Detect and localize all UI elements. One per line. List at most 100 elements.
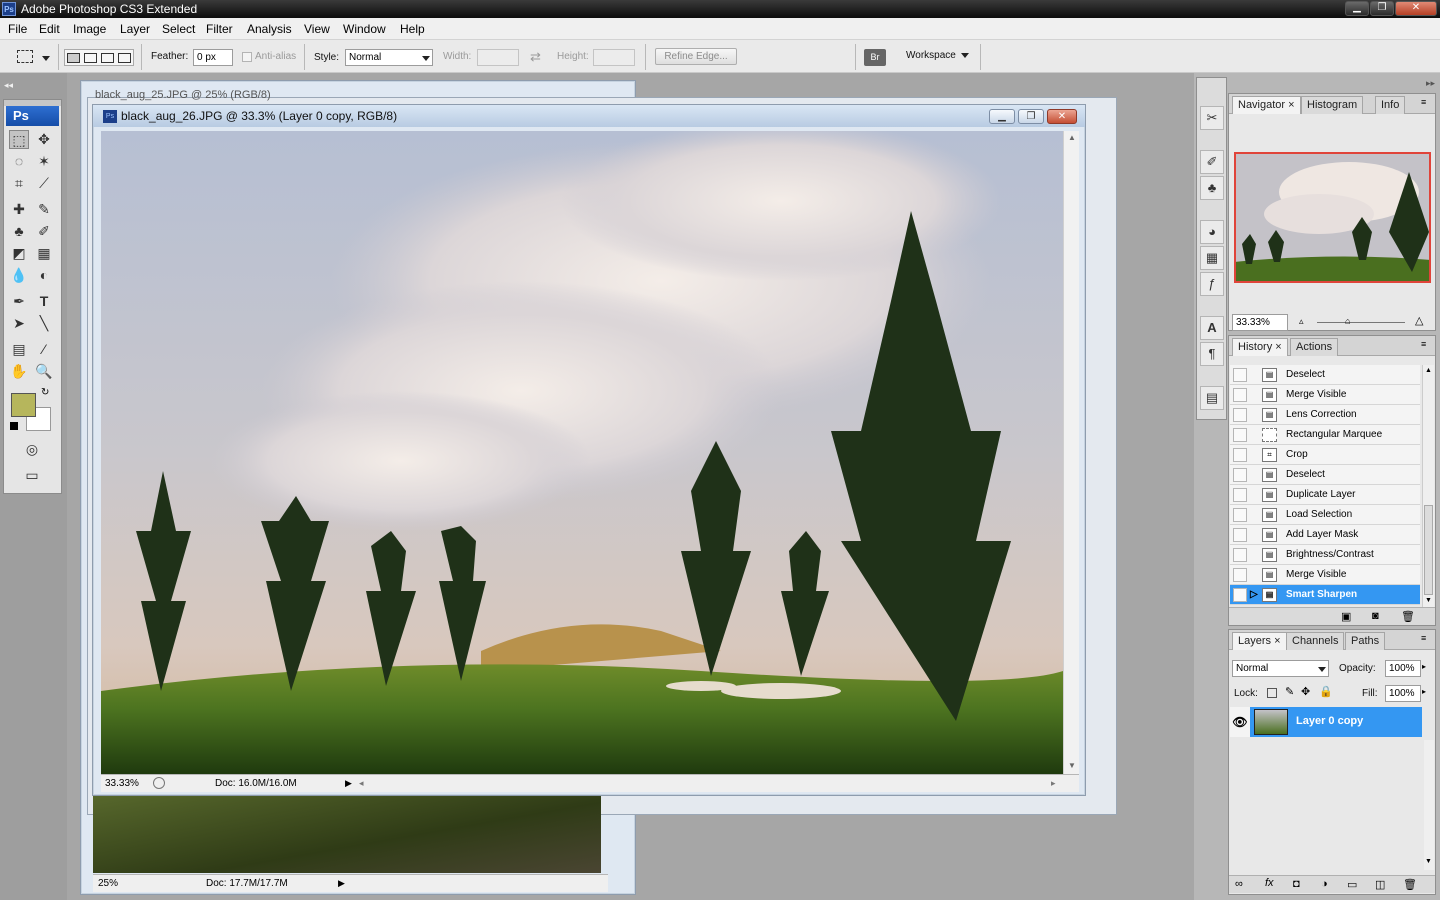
menu-image[interactable]: Image [73,22,106,36]
menu-help[interactable]: Help [400,22,425,36]
rectangular-marquee-tool-icon[interactable]: ⬚ [9,130,29,149]
pen-tool-icon[interactable]: ✒ [9,292,29,311]
path-selection-tool-icon[interactable]: ➤ [9,314,29,333]
opacity-slider-arrow-icon[interactable]: ▸ [1422,662,1426,671]
lasso-tool-icon[interactable]: ◌ [9,152,29,171]
eraser-tool-icon[interactable]: ◩ [9,244,29,263]
quick-mask-icon[interactable]: ◎ [22,440,42,459]
history-item[interactable]: ▤ Add Layer Mask [1230,525,1420,545]
eyedropper-tool-icon[interactable]: ⁄ [34,340,54,359]
history-item[interactable]: Rectangular Marquee [1230,425,1420,445]
navigator-zoom-input[interactable]: 33.33% [1232,314,1288,331]
scroll-up-arrow-icon[interactable]: ▲ [1068,133,1076,142]
subtract-selection-icon[interactable] [101,53,114,63]
foreground-color-swatch[interactable] [11,393,36,417]
history-item[interactable]: ▤ Merge Visible [1230,565,1420,585]
height-input[interactable] [593,49,635,66]
layer-row-selected[interactable]: 👁 Layer 0 copy [1230,707,1422,737]
back-zoom-level[interactable]: 25% [98,875,118,892]
blur-tool-icon[interactable]: 💧 [9,266,29,285]
layer-mask-icon[interactable]: ◘ [1293,878,1300,890]
character-panel-icon[interactable]: A [1200,316,1224,340]
default-colors-icon[interactable] [10,422,18,430]
blend-mode-select[interactable]: Normal [1232,660,1329,677]
history-item[interactable]: ▤ Brightness/Contrast [1230,545,1420,565]
history-item-selected[interactable]: ▷ ▤ Smart Sharpen [1230,585,1420,605]
lock-position-icon[interactable]: ✥ [1301,685,1310,698]
trash-icon[interactable]: 🗑 [1401,610,1415,623]
lock-pixels-icon[interactable]: ✎ [1285,685,1294,698]
panel-menu-icon[interactable]: ≡ [1421,633,1426,643]
history-brush-tool-icon[interactable]: ✐ [34,222,54,241]
history-item[interactable]: ▤ Merge Visible [1230,385,1420,405]
opacity-input[interactable]: 100% [1385,660,1421,677]
type-tool-icon[interactable]: T [34,292,54,311]
chevron-down-icon[interactable] [961,53,969,58]
expand-dock-icon[interactable]: ▸▸ [1426,78,1435,89]
menu-filter[interactable]: Filter [206,22,233,36]
tab-history[interactable]: History × [1232,338,1288,356]
new-selection-icon[interactable] [67,53,80,63]
menu-window[interactable]: Window [343,22,386,36]
clone-source-panel-icon[interactable]: ♣ [1200,176,1224,200]
zoom-slider-thumb[interactable]: ⌂ [1345,316,1350,326]
color-panel-icon[interactable]: ◕ [1200,220,1224,244]
marquee-tool-preset-icon[interactable] [17,50,33,63]
styles-panel-icon[interactable]: ƒ [1200,272,1224,296]
history-item[interactable]: ⌗ Crop [1230,445,1420,465]
main-doc-size[interactable]: Doc: 16.0M/16.0M [215,775,297,792]
restore-button[interactable]: ❐ [1370,1,1394,16]
add-selection-icon[interactable] [84,53,97,63]
tab-histogram[interactable]: Histogram [1301,96,1364,114]
paragraph-panel-icon[interactable]: ¶ [1200,342,1224,366]
history-scrollbar[interactable]: ▲ ▼ [1422,365,1434,607]
document-window-main[interactable]: Ps black_aug_26.JPG @ 33.3% (Layer 0 cop… [92,104,1086,796]
history-item[interactable]: ▤ Lens Correction [1230,405,1420,425]
toolbox-ps-logo[interactable]: Ps [6,106,59,126]
tab-actions[interactable]: Actions [1290,338,1339,356]
tab-paths[interactable]: Paths [1345,632,1386,650]
close-button[interactable]: ✕ [1395,1,1437,16]
swap-dimensions-icon[interactable]: ⇄ [530,49,541,65]
scroll-thumb[interactable] [1424,505,1433,595]
brushes-panel-icon[interactable]: ✐ [1200,150,1224,174]
new-document-from-state-icon[interactable]: ▣ [1341,610,1351,623]
scroll-left-arrow-icon[interactable]: ◂ [359,775,364,792]
document-minimize-button[interactable]: ▁ [989,109,1015,124]
vertical-scrollbar[interactable]: ▲ ▼ [1063,131,1079,774]
tab-layers[interactable]: Layers × [1232,632,1287,650]
layer-name[interactable]: Layer 0 copy [1296,715,1363,727]
document-close-button[interactable]: ✕ [1047,109,1077,124]
refine-edge-button[interactable]: Refine Edge... [655,48,737,65]
menu-view[interactable]: View [304,22,330,36]
scroll-down-arrow-icon[interactable]: ▼ [1068,761,1076,770]
menu-analysis[interactable]: Analysis [247,22,292,36]
new-layer-icon[interactable]: ◫ [1375,878,1385,891]
new-group-icon[interactable]: ▭ [1347,878,1357,891]
layers-scrollbar[interactable]: ▼ [1424,740,1434,870]
tab-channels[interactable]: Channels [1286,632,1345,650]
line-tool-icon[interactable]: ╲ [34,314,54,333]
history-item[interactable]: ▤ Deselect [1230,465,1420,485]
menu-select[interactable]: Select [162,22,195,36]
back-doc-size[interactable]: Doc: 17.7M/17.7M [206,875,288,892]
intersect-selection-icon[interactable] [118,53,131,63]
menu-layer[interactable]: Layer [120,22,150,36]
tools-panel-icon[interactable]: ✂ [1200,106,1224,130]
screen-mode-icon[interactable]: ▭ [22,466,42,485]
adjustment-layer-icon[interactable]: ◑ [1321,878,1328,890]
collapse-toolbox-icon[interactable]: ◂◂ [4,80,13,91]
eye-icon[interactable]: 👁 [1230,707,1250,737]
status-menu-arrow-icon[interactable]: ▶ [338,875,345,892]
tab-info[interactable]: Info [1375,96,1406,114]
style-select[interactable]: Normal [345,49,433,66]
fill-input[interactable]: 100% [1385,685,1421,702]
history-item[interactable]: ▤ Deselect [1230,365,1420,385]
main-zoom-level[interactable]: 33.33% [105,775,139,792]
healing-brush-tool-icon[interactable]: ✚ [9,200,29,219]
trash-icon[interactable]: 🗑 [1403,878,1417,891]
layer-style-icon[interactable]: fx [1265,877,1274,889]
status-info-icon[interactable] [153,777,165,789]
dodge-tool-icon[interactable]: ◐ [34,266,54,285]
fill-slider-arrow-icon[interactable]: ▸ [1422,687,1426,696]
